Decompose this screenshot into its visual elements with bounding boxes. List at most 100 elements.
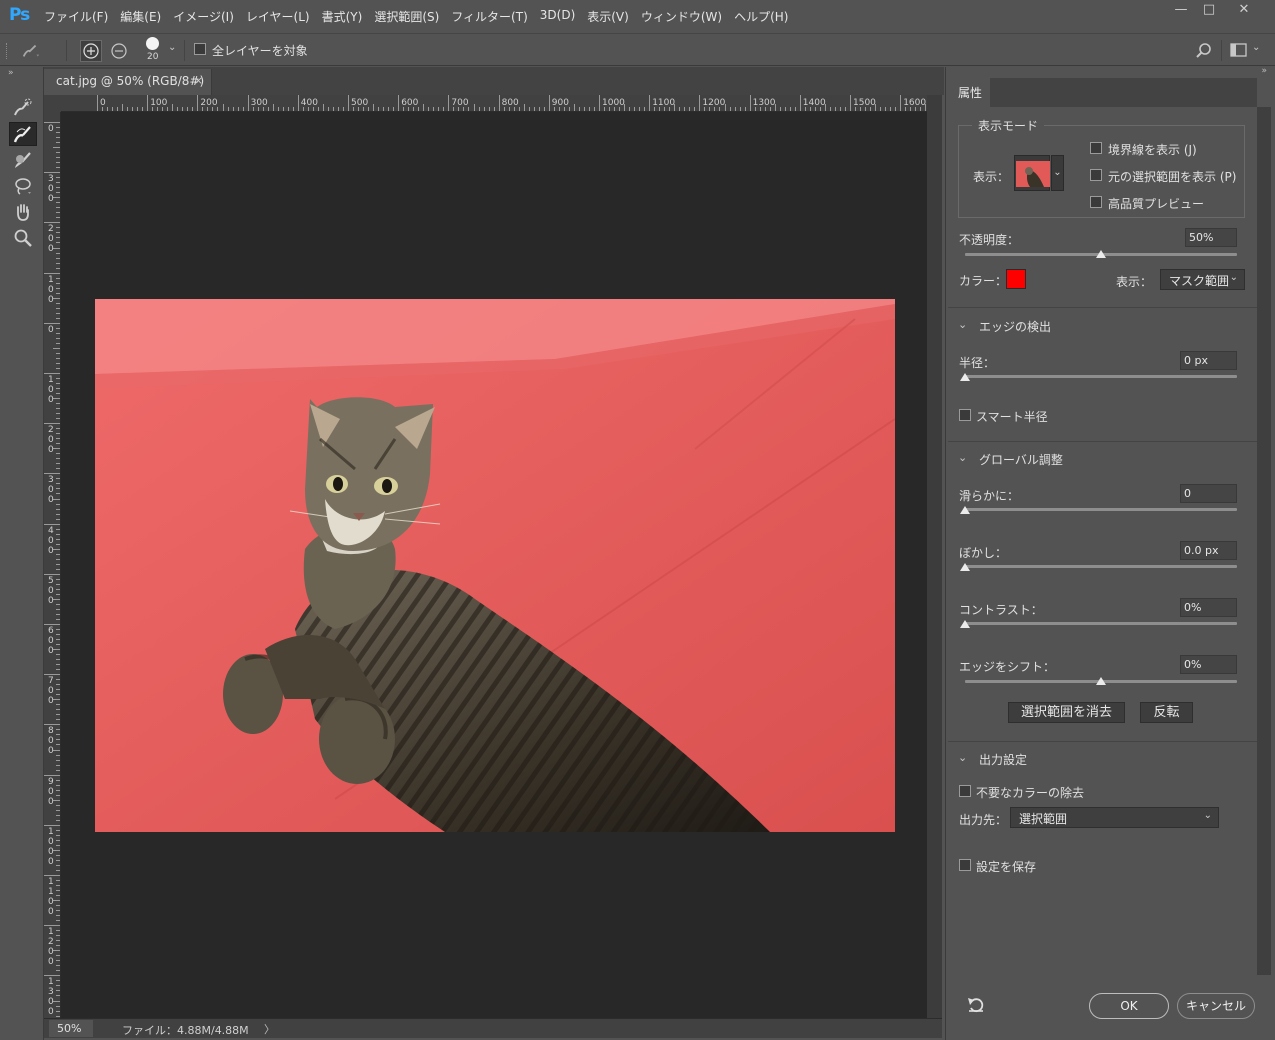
contrast-field[interactable]: 0% [1180, 598, 1237, 617]
menu-select[interactable]: 選択範囲(S) [374, 8, 439, 25]
shift-edge-field[interactable]: 0% [1180, 655, 1237, 674]
ruler-minor-tick [53, 649, 60, 651]
maximize-button[interactable]: □ [1194, 1, 1224, 21]
expand-panel-icon[interactable]: » [8, 68, 14, 78]
chevron-down-icon[interactable]: ⌄ [958, 751, 967, 764]
brush-tool[interactable] [9, 148, 37, 172]
show-original-checkbox[interactable] [1090, 169, 1102, 181]
ruler-minor-tick [56, 890, 60, 892]
radius-slider-knob[interactable] [960, 373, 970, 381]
radius-slider[interactable] [965, 375, 1237, 378]
global-refinements-title[interactable]: グローバル調整 [979, 451, 1063, 468]
ok-button[interactable]: OK [1089, 993, 1169, 1019]
brush-size-picker[interactable]: 20 [140, 37, 168, 65]
contrast-slider-knob[interactable] [960, 620, 970, 628]
ruler-minor-tick [543, 107, 545, 111]
tab-properties[interactable]: 属性 [948, 78, 990, 107]
menu-filter[interactable]: フィルター(T) [451, 8, 527, 25]
quick-selection-tool[interactable] [9, 95, 37, 119]
chevron-down-icon[interactable]: ⌄ [958, 451, 967, 464]
refine-edge-brush-tool[interactable] [9, 122, 37, 146]
chevron-down-icon[interactable]: ⌄ [168, 42, 176, 53]
ruler-minor-tick [714, 107, 716, 111]
document-tab[interactable]: cat.jpg @ 50% (RGB/8#) × [44, 69, 212, 95]
ruler-minor-tick [860, 107, 862, 111]
opacity-field[interactable]: 50% [1185, 228, 1237, 247]
expand-detection-button[interactable] [80, 40, 102, 62]
show-edge-checkbox[interactable] [1090, 142, 1102, 154]
ruler-minor-tick [56, 980, 60, 982]
smooth-slider[interactable] [965, 508, 1237, 511]
menu-image[interactable]: イメージ(I) [173, 8, 234, 25]
smooth-slider-knob[interactable] [960, 506, 970, 514]
decontaminate-colors-checkbox[interactable] [959, 785, 971, 797]
workspace-icon[interactable] [1230, 43, 1247, 57]
close-tab-icon[interactable]: × [194, 74, 203, 87]
opacity-slider-knob[interactable] [1096, 250, 1106, 258]
clear-selection-button[interactable]: 選択範囲を消去 [1008, 702, 1125, 723]
zoom-tool[interactable] [9, 226, 37, 250]
feather-slider[interactable] [965, 565, 1237, 568]
remember-settings-checkbox[interactable] [959, 859, 971, 871]
feather-field[interactable]: 0.0 px [1180, 541, 1237, 560]
smart-radius-checkbox[interactable] [959, 409, 971, 421]
search-icon[interactable] [1195, 42, 1212, 59]
document-image[interactable] [95, 299, 895, 832]
lasso-tool[interactable] [9, 174, 37, 198]
ruler-minor-tick [56, 307, 60, 309]
feather-slider-knob[interactable] [960, 563, 970, 571]
ruler-minor-tick [56, 689, 60, 691]
ruler-minor-tick [56, 864, 60, 866]
menu-3d[interactable]: 3D(D) [540, 8, 575, 25]
status-menu-arrow[interactable]: 〉 [264, 1021, 275, 1037]
menu-file[interactable]: ファイル(F) [44, 8, 108, 25]
edge-detection-title[interactable]: エッジの検出 [979, 318, 1051, 335]
ruler-minor-tick [53, 347, 60, 349]
cancel-button[interactable]: キャンセル [1177, 993, 1255, 1019]
ruler-minor-tick [56, 1010, 60, 1012]
view-mode-thumbnail[interactable] [1014, 155, 1050, 191]
output-to-select[interactable]: 選択範囲 ⌄ [1010, 807, 1219, 828]
ruler-tick [247, 95, 249, 111]
sample-all-layers-checkbox[interactable] [194, 43, 206, 55]
contrast-slider[interactable] [965, 622, 1237, 625]
menu-view[interactable]: 表示(V) [587, 8, 629, 25]
ruler-minor-tick [56, 337, 60, 339]
invert-button[interactable]: 反転 [1140, 702, 1193, 723]
ruler-tick [44, 473, 60, 475]
menu-help[interactable]: ヘルプ(H) [734, 8, 788, 25]
radius-field[interactable]: 0 px [1180, 351, 1237, 370]
show-mask-value: マスク範囲 [1169, 274, 1230, 288]
smooth-field[interactable]: 0 [1180, 484, 1237, 503]
restore-original-button[interactable] [108, 40, 130, 62]
ruler-minor-tick [56, 287, 60, 289]
zoom-level-field[interactable]: 50% [49, 1020, 93, 1037]
output-settings-title[interactable]: 出力設定 [979, 751, 1027, 768]
ruler-minor-tick [56, 528, 60, 530]
menu-edit[interactable]: 編集(E) [120, 8, 161, 25]
ruler-label: 600 [48, 626, 54, 656]
minimize-button[interactable]: — [1166, 1, 1196, 21]
chevron-down-icon[interactable]: ⌄ [958, 318, 967, 331]
show-mask-select[interactable]: マスク範囲 ⌄ [1160, 269, 1245, 290]
high-quality-preview-checkbox[interactable] [1090, 196, 1102, 208]
close-window-button[interactable]: ✕ [1229, 1, 1259, 21]
ruler-minor-tick [493, 107, 495, 111]
vertical-scrollbar[interactable] [927, 95, 942, 1035]
menu-layer[interactable]: レイヤー(L) [246, 8, 310, 25]
ruler-minor-tick [56, 634, 60, 636]
ruler-minor-tick [56, 232, 60, 234]
hand-tool[interactable] [9, 200, 37, 224]
color-swatch[interactable] [1006, 269, 1026, 289]
collapse-panel-icon[interactable]: » [1261, 66, 1267, 76]
ruler-minor-tick [56, 162, 60, 164]
chevron-down-icon[interactable]: ⌄ [1051, 155, 1064, 191]
panel-scrollbar[interactable] [1257, 107, 1271, 975]
chevron-down-icon[interactable]: ⌄ [1252, 42, 1260, 53]
menu-type[interactable]: 書式(Y) [322, 8, 363, 25]
ruler-minor-tick [56, 829, 60, 831]
menu-window[interactable]: ウィンドウ(W) [641, 8, 722, 25]
shift-edge-slider-knob[interactable] [1096, 677, 1106, 685]
reset-icon[interactable] [967, 997, 985, 1013]
tool-preset-picker[interactable] [20, 40, 42, 62]
